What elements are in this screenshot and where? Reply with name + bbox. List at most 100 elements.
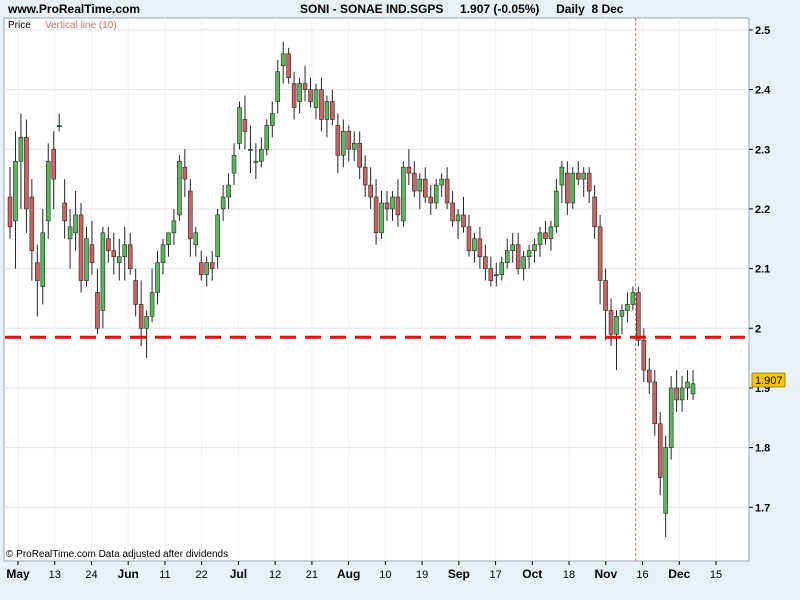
candle-body bbox=[29, 196, 35, 252]
y-tick-label: 2.1 bbox=[755, 264, 770, 276]
candle-body bbox=[264, 125, 270, 150]
legend-vertical-line: Vertical line (10) bbox=[45, 20, 117, 31]
instrument-name: SONI - SONAE IND.SGPS bbox=[300, 2, 444, 16]
candle-body bbox=[433, 184, 439, 204]
candle-body bbox=[395, 196, 401, 216]
footer-copyright: © ProRealTime.com Data adjusted after di… bbox=[6, 549, 228, 560]
x-tick-label: 12 bbox=[269, 569, 281, 581]
legend-price: Price bbox=[8, 20, 31, 31]
candle-body bbox=[521, 256, 526, 269]
candle-body bbox=[204, 262, 209, 275]
candle-body bbox=[51, 148, 56, 180]
plot-area bbox=[3, 17, 750, 562]
candle-body bbox=[504, 250, 510, 263]
candle-body bbox=[647, 369, 652, 383]
candle-body bbox=[242, 119, 248, 132]
candle-body bbox=[18, 137, 24, 162]
candle-body bbox=[586, 172, 592, 192]
candle-body bbox=[253, 160, 259, 163]
x-tick-label: 19 bbox=[416, 569, 428, 581]
candle-body bbox=[351, 143, 357, 150]
candle-body bbox=[193, 232, 199, 246]
candle-body bbox=[78, 214, 84, 281]
candle-body bbox=[674, 387, 679, 401]
x-tick-label: Jul bbox=[230, 567, 247, 581]
candle-body bbox=[390, 196, 395, 210]
candle-body bbox=[439, 178, 444, 186]
x-tick-label: Oct bbox=[522, 567, 542, 581]
candle-body bbox=[56, 125, 62, 127]
x-tick-label: 21 bbox=[306, 569, 318, 581]
candle-body bbox=[592, 196, 597, 228]
candle-body bbox=[308, 89, 313, 102]
candle-body bbox=[483, 256, 488, 269]
candle-body bbox=[559, 166, 565, 186]
candle-body bbox=[335, 125, 341, 156]
candle-body bbox=[362, 166, 368, 186]
candle-body bbox=[597, 226, 603, 281]
candle-body bbox=[220, 196, 226, 210]
candle-body bbox=[422, 178, 428, 198]
candle-body bbox=[543, 232, 548, 240]
candle-body bbox=[641, 339, 647, 371]
candle-body bbox=[302, 83, 308, 90]
candle-body bbox=[499, 262, 505, 275]
candle-body bbox=[7, 196, 13, 228]
candle-body bbox=[177, 160, 182, 216]
x-tick-label: 22 bbox=[196, 569, 208, 581]
y-tick-label: 2 bbox=[755, 323, 761, 335]
candle-body bbox=[608, 310, 614, 335]
candle-body bbox=[379, 202, 384, 234]
candle-body bbox=[548, 226, 554, 240]
candle-body bbox=[117, 256, 122, 263]
candle-body bbox=[291, 83, 297, 108]
candle-body bbox=[570, 172, 576, 204]
site-name[interactable]: www.ProRealTime.com bbox=[8, 2, 140, 16]
candle-body bbox=[455, 214, 461, 222]
candle-body bbox=[330, 101, 335, 120]
y-tick-label: 2.4 bbox=[755, 85, 771, 97]
candle-body bbox=[100, 232, 106, 311]
candle-body bbox=[384, 202, 390, 210]
y-tick-label: 2.5 bbox=[755, 25, 770, 37]
candle-body bbox=[685, 381, 690, 389]
candle-body bbox=[89, 244, 95, 263]
candle-body bbox=[444, 178, 450, 204]
candle-body bbox=[149, 292, 155, 317]
candle-body bbox=[275, 71, 281, 102]
price-chart: 1.71.81.922.12.22.32.42.5 May 13 24 Jun 11 22… bbox=[3, 17, 786, 581]
candle-body bbox=[13, 160, 18, 222]
candle-body bbox=[663, 447, 668, 514]
candle-body bbox=[313, 89, 319, 108]
candle-body bbox=[532, 244, 537, 252]
x-tick-label: 16 bbox=[636, 569, 648, 581]
x-tick-label: Aug bbox=[337, 567, 360, 581]
x-tick-label: 15 bbox=[710, 569, 722, 581]
candle-body bbox=[215, 214, 220, 257]
candle-body bbox=[401, 166, 406, 222]
candle-body bbox=[581, 172, 586, 180]
candle-body bbox=[630, 292, 636, 305]
x-tick-label: Dec bbox=[668, 567, 690, 581]
candle-body bbox=[625, 304, 630, 311]
candle-body bbox=[466, 226, 472, 252]
candle-body bbox=[144, 316, 149, 329]
x-tick-label: May bbox=[6, 567, 30, 581]
candle-body bbox=[614, 316, 619, 335]
candle-body bbox=[122, 244, 128, 257]
candle-body bbox=[160, 244, 166, 263]
y-tick-label: 1.8 bbox=[755, 443, 770, 455]
candle-body bbox=[537, 232, 543, 246]
x-tick-label: Nov bbox=[594, 567, 617, 581]
candle-body bbox=[40, 232, 46, 287]
candle-body bbox=[35, 262, 40, 281]
candle-body bbox=[209, 262, 215, 269]
x-tick-label: 18 bbox=[563, 569, 575, 581]
candle-body bbox=[510, 244, 515, 252]
candle-body bbox=[62, 202, 67, 222]
candle-body bbox=[270, 113, 275, 126]
y-tick-label: 2.2 bbox=[755, 204, 770, 216]
candle-body bbox=[319, 89, 324, 120]
candle-body bbox=[248, 148, 253, 151]
candle-body bbox=[472, 238, 477, 252]
